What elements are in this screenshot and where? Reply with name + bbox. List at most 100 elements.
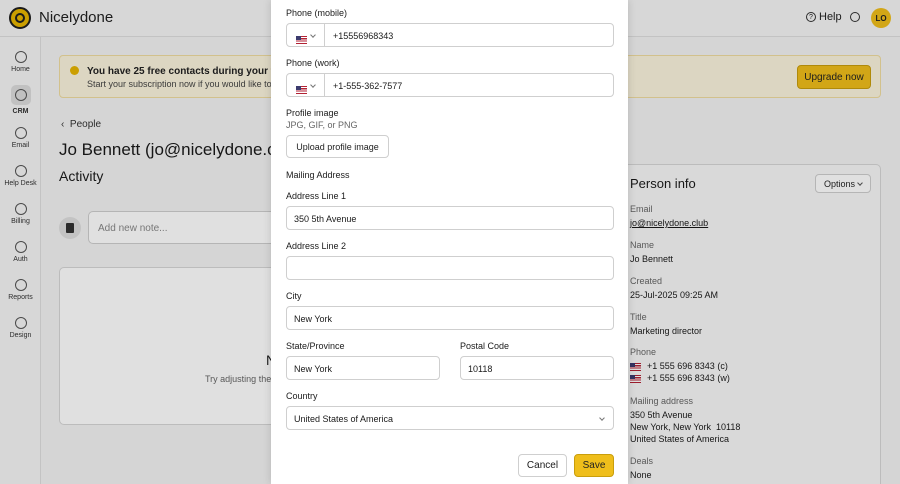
us-flag-icon <box>296 35 307 44</box>
person-info-title: Person info <box>630 176 696 191</box>
country-code-select[interactable] <box>287 24 325 46</box>
logo-icon[interactable] <box>9 7 31 29</box>
reports-icon <box>14 279 27 291</box>
auth-icon <box>14 241 27 253</box>
avatar[interactable]: LO <box>871 8 891 28</box>
sidebar-item-help-desk[interactable]: Help Desk <box>0 165 41 187</box>
upgrade-button[interactable]: Upgrade now <box>797 65 871 89</box>
phone-mobile-label: Phone (mobile) <box>286 8 348 18</box>
phone-cell: +1 555 696 8343 (c) <box>630 361 728 371</box>
activity-heading: Activity <box>59 168 104 184</box>
us-flag-icon <box>630 374 641 383</box>
name-value: Jo Bennett <box>630 254 674 264</box>
country-value: United States of America <box>294 414 394 424</box>
us-flag-icon <box>296 85 307 94</box>
breadcrumb-label: People <box>69 119 102 130</box>
title-label: Title <box>630 312 647 322</box>
phone-label: Phone <box>630 347 657 357</box>
chevron-down-icon <box>310 82 316 88</box>
address-line-3: United States of America <box>630 434 730 444</box>
address-line-2-input[interactable] <box>286 256 614 280</box>
sidebar-item-label: Help Desk <box>4 180 37 187</box>
chevron-down-icon <box>310 32 316 38</box>
banner-subtitle: Start your subscription now if you would… <box>87 79 280 89</box>
note-icon <box>59 217 81 239</box>
sidebar-item-design[interactable]: Design <box>0 317 41 339</box>
name-label: Name <box>630 240 655 250</box>
app-name: Nicelydone <box>39 9 114 26</box>
sidebar-item-billing[interactable]: Billing <box>0 203 41 225</box>
city-input[interactable]: New York <box>286 306 614 330</box>
save-button[interactable]: Save <box>574 454 614 477</box>
phone-work-field: +1-555-362-7577 <box>286 73 614 97</box>
sidebar-item-label: Billing <box>11 218 30 225</box>
phone-mobile-field: +15556968343 <box>286 23 614 47</box>
page-title: Jo Bennett (jo@nicelydone.club) <box>59 140 305 159</box>
deals-value: None <box>630 470 652 480</box>
chevron-left-icon: ‹ <box>61 119 65 130</box>
city-label: City <box>286 291 302 301</box>
address-label: Mailing address <box>630 396 694 406</box>
design-icon <box>14 317 27 329</box>
chat-icon[interactable] <box>850 12 860 22</box>
sidebar-item-label: Email <box>11 142 30 149</box>
phone-work-label: Phone (work) <box>286 58 340 68</box>
crm-icon <box>14 89 27 101</box>
deals-label: Deals <box>630 456 654 466</box>
address-line-2-label: Address Line 2 <box>286 241 347 251</box>
help-label: Help <box>819 11 842 23</box>
phone-mobile-input[interactable]: +15556968343 <box>333 31 393 41</box>
empty-text: Try adjusting the <box>205 374 272 384</box>
billing-icon <box>14 203 27 215</box>
sidebar-item-label: Design <box>9 332 32 339</box>
state-label: State/Province <box>286 341 345 351</box>
state-input[interactable]: New York <box>286 356 440 380</box>
email-value[interactable]: jo@nicelydone.club <box>630 218 708 228</box>
sidebar-item-crm[interactable]: CRM <box>0 85 41 115</box>
title-value: Marketing director <box>630 326 703 336</box>
email-label: Email <box>630 204 653 214</box>
phone-work-value: +1 555 696 8343 (w) <box>647 373 730 383</box>
sidebar-item-label: Home <box>11 66 30 73</box>
help-button[interactable]: ? Help <box>806 11 842 23</box>
cancel-button[interactable]: Cancel <box>518 454 567 477</box>
country-label: Country <box>286 391 318 401</box>
address-line-1-label: Address Line 1 <box>286 191 347 201</box>
postal-code-input[interactable]: 10118 <box>460 356 614 380</box>
phone-cell-value: +1 555 696 8343 (c) <box>647 361 728 371</box>
warning-icon <box>70 66 79 75</box>
postal-code-label: Postal Code <box>460 341 510 351</box>
sidebar-item-home[interactable]: Home <box>0 51 41 73</box>
help-icon: ? <box>806 12 816 22</box>
mailing-address-label: Mailing Address <box>286 170 350 180</box>
sidebar-item-reports[interactable]: Reports <box>0 279 41 301</box>
address-line-1: 350 5th Avenue <box>630 410 693 420</box>
chevron-down-icon <box>599 415 605 421</box>
country-select[interactable]: United States of America <box>286 406 614 430</box>
phone-work-input[interactable]: +1-555-362-7577 <box>333 81 402 91</box>
options-label: Options <box>823 178 856 189</box>
home-icon <box>14 51 27 63</box>
sidebar-item-email[interactable]: Email <box>0 127 41 149</box>
profile-image-label: Profile image <box>286 108 339 118</box>
created-label: Created <box>630 276 663 286</box>
us-flag-icon <box>630 362 641 371</box>
address-line-1-input[interactable]: 350 5th Avenue <box>286 206 614 230</box>
profile-image-hint: JPG, GIF, or PNG <box>286 120 358 130</box>
chevron-down-icon <box>857 179 863 186</box>
sidebar: Home CRM Email Help Desk Billing Auth Re… <box>0 37 41 484</box>
sidebar-item-label: CRM <box>12 108 29 115</box>
helpdesk-icon <box>14 165 27 177</box>
sidebar-item-label: Reports <box>8 294 33 301</box>
address-line-2: New York, New York 10118 <box>630 422 741 432</box>
note-input[interactable]: Add new note... <box>88 211 288 244</box>
options-button[interactable]: Options <box>815 174 871 193</box>
created-value: 25-Jul-2025 09:25 AM <box>630 290 719 300</box>
email-icon <box>14 127 27 139</box>
activity-empty-state <box>59 267 299 425</box>
breadcrumb[interactable]: ‹ People <box>61 119 101 130</box>
country-code-select[interactable] <box>287 74 325 96</box>
upload-profile-image-button[interactable]: Upload profile image <box>286 135 389 158</box>
phone-work: +1 555 696 8343 (w) <box>630 373 730 383</box>
sidebar-item-auth[interactable]: Auth <box>0 241 41 263</box>
